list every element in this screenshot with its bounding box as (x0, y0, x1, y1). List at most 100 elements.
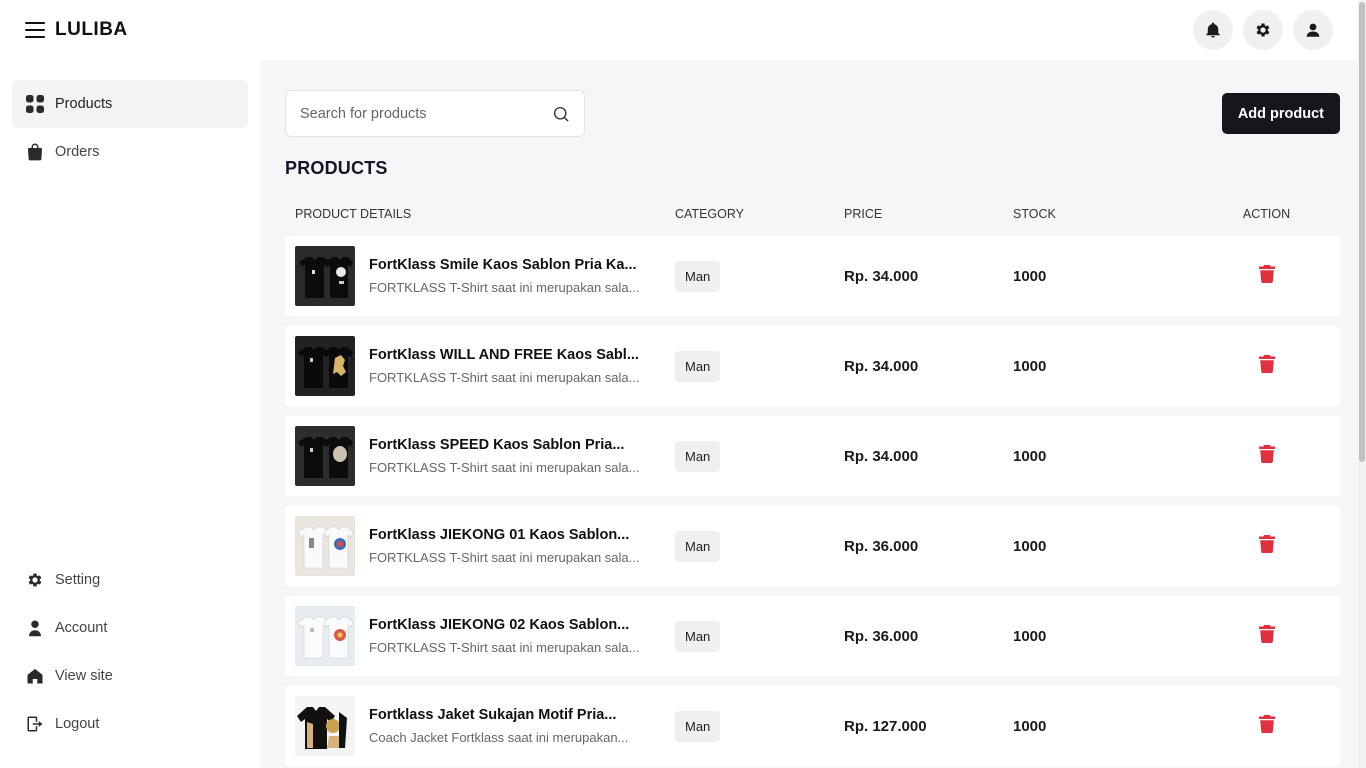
product-image[interactable] (295, 516, 355, 576)
product-image[interactable] (295, 336, 355, 396)
brand-logo[interactable]: LULIBA (55, 19, 128, 41)
product-stock: 1000 (1013, 717, 1047, 735)
grid-icon (26, 95, 44, 113)
page-title: PRODUCTS (285, 158, 388, 178)
category-badge: Man (675, 710, 721, 742)
table-row[interactable]: Fortklass Jaket Sukajan Motif Pria... Co… (285, 686, 1340, 766)
search-icon[interactable] (552, 105, 570, 123)
column-header-category: CATEGORY (675, 207, 744, 221)
column-header-stock: STOCK (1013, 207, 1056, 221)
user-icon (1306, 23, 1320, 37)
logout-icon (26, 715, 44, 733)
sidebar-item-logout[interactable]: Logout (12, 700, 248, 748)
top-actions (1193, 10, 1333, 50)
sidebar-item-label: Account (55, 620, 108, 636)
delete-button[interactable] (1193, 624, 1340, 648)
main-content: Add product PRODUCTS PRODUCT DETAILS CAT… (285, 60, 1340, 768)
product-stock: 1000 (1013, 627, 1047, 645)
sidebar-item-products[interactable]: Products (12, 80, 248, 128)
product-name[interactable]: Fortklass Jaket Sukajan Motif Pria... (369, 707, 651, 723)
bell-icon (1206, 22, 1220, 38)
top-bar: LULIBA (0, 0, 1358, 60)
product-image[interactable] (295, 606, 355, 666)
product-price: Rp. 34.000 (844, 357, 919, 375)
sidebar-bottom: Setting Account View site Logout (12, 556, 248, 748)
trash-icon (1258, 534, 1275, 553)
product-description: FORTKLASS T-Shirt saat ini merupakan sal… (369, 460, 640, 475)
category-badge: Man (675, 350, 721, 382)
product-name[interactable]: FortKlass JIEKONG 02 Kaos Sablon... (369, 617, 651, 633)
product-description: FORTKLASS T-Shirt saat ini merupakan sal… (369, 370, 640, 385)
product-list: FortKlass Smile Kaos Sablon Pria Ka... F… (285, 236, 1340, 766)
sidebar-item-view-site[interactable]: View site (12, 652, 248, 700)
delete-button[interactable] (1193, 534, 1340, 558)
product-image[interactable] (295, 696, 355, 756)
gear-icon (26, 571, 44, 589)
table-row[interactable]: FortKlass WILL AND FREE Kaos Sabl... FOR… (285, 326, 1340, 406)
search-input[interactable] (300, 105, 552, 122)
trash-icon (1258, 264, 1275, 283)
product-stock: 1000 (1013, 537, 1047, 555)
product-price: Rp. 34.000 (844, 267, 919, 285)
sidebar-item-setting[interactable]: Setting (12, 556, 248, 604)
product-price: Rp. 127.000 (844, 717, 927, 735)
delete-button[interactable] (1193, 354, 1340, 378)
settings-button[interactable] (1243, 10, 1283, 50)
product-price: Rp. 36.000 (844, 627, 919, 645)
product-stock: 1000 (1013, 447, 1047, 465)
product-description: FORTKLASS T-Shirt saat ini merupakan sal… (369, 550, 640, 565)
product-name[interactable]: FortKlass Smile Kaos Sablon Pria Ka... (369, 257, 651, 273)
sidebar-item-label: Logout (55, 716, 100, 732)
column-header-product-details: PRODUCT DETAILS (295, 207, 412, 221)
product-name[interactable]: FortKlass WILL AND FREE Kaos Sabl... (369, 347, 651, 363)
delete-button[interactable] (1193, 714, 1340, 738)
table-row[interactable]: FortKlass Smile Kaos Sablon Pria Ka... F… (285, 236, 1340, 316)
category-badge: Man (675, 620, 721, 652)
sidebar-item-orders[interactable]: Orders (12, 128, 248, 176)
scrollbar-thumb[interactable] (1359, 2, 1365, 462)
trash-icon (1258, 354, 1275, 373)
product-name[interactable]: FortKlass SPEED Kaos Sablon Pria... (369, 437, 651, 453)
category-badge: Man (675, 260, 721, 292)
sidebar-item-account[interactable]: Account (12, 604, 248, 652)
sidebar-item-label: Orders (55, 144, 100, 160)
column-header-action: ACTION (1242, 207, 1291, 221)
column-header-price: PRICE (844, 207, 883, 221)
trash-icon (1258, 624, 1275, 643)
delete-button[interactable] (1193, 444, 1340, 468)
sidebar-item-label: View site (55, 668, 113, 684)
search-box (285, 90, 585, 137)
product-name[interactable]: FortKlass JIEKONG 01 Kaos Sablon... (369, 527, 651, 543)
sidebar-item-label: Products (55, 96, 113, 112)
shopping-bag-icon (26, 143, 44, 161)
page-scrollbar[interactable] (1358, 0, 1366, 768)
add-product-button[interactable]: Add product (1221, 93, 1340, 134)
trash-icon (1258, 444, 1275, 463)
product-description: FORTKLASS T-Shirt saat ini merupakan sal… (369, 280, 640, 295)
product-stock: 1000 (1013, 267, 1047, 285)
category-badge: Man (675, 440, 721, 472)
product-image[interactable] (295, 426, 355, 486)
menu-icon[interactable] (25, 22, 45, 38)
product-description: FORTKLASS T-Shirt saat ini merupakan sal… (369, 640, 640, 655)
table-header: PRODUCT DETAILS CATEGORY PRICE STOCK ACT… (285, 204, 1340, 224)
trash-icon (1258, 714, 1275, 733)
product-description: Coach Jacket Fortklass saat ini merupaka… (369, 730, 629, 745)
notifications-button[interactable] (1193, 10, 1233, 50)
user-icon (26, 619, 44, 637)
product-image[interactable] (295, 246, 355, 306)
profile-button[interactable] (1293, 10, 1333, 50)
table-row[interactable]: FortKlass JIEKONG 01 Kaos Sablon... FORT… (285, 506, 1340, 586)
product-stock: 1000 (1013, 357, 1047, 375)
table-row[interactable]: FortKlass JIEKONG 02 Kaos Sablon... FORT… (285, 596, 1340, 676)
gear-icon (1256, 23, 1270, 37)
sidebar-item-label: Setting (55, 572, 101, 588)
product-price: Rp. 34.000 (844, 447, 919, 465)
toolbar: Add product (285, 90, 1340, 137)
sidebar: Products Orders Setting Account View sit… (0, 60, 260, 768)
product-price: Rp. 36.000 (844, 537, 919, 555)
table-row[interactable]: FortKlass SPEED Kaos Sablon Pria... FORT… (285, 416, 1340, 496)
home-icon (26, 667, 44, 685)
category-badge: Man (675, 530, 721, 562)
delete-button[interactable] (1193, 264, 1340, 288)
